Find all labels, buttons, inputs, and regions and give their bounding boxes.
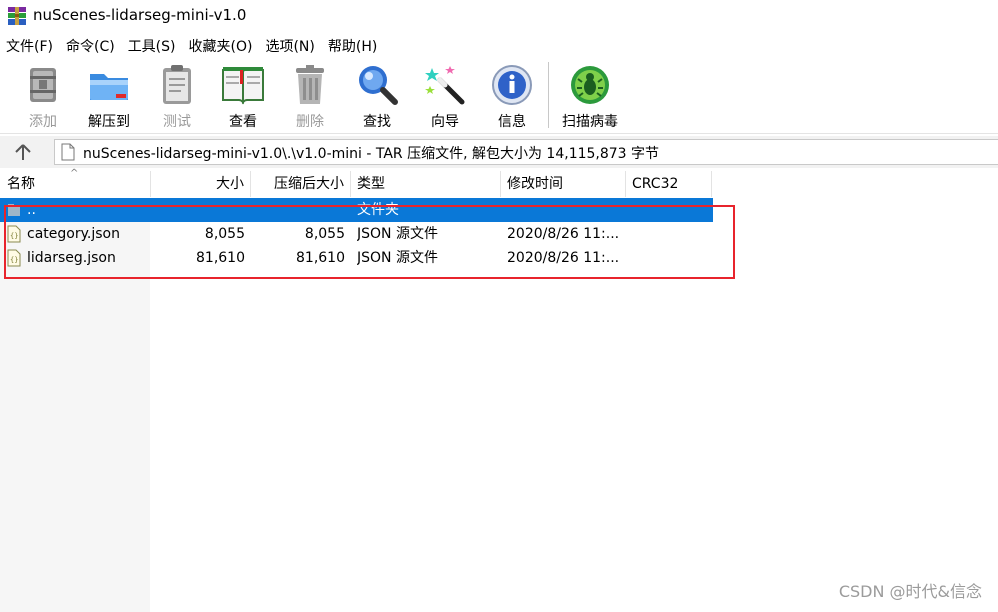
column-packed-size-label: 压缩后大小	[274, 176, 344, 192]
up-arrow-icon[interactable]	[12, 142, 34, 162]
row-name: ..	[27, 202, 36, 218]
extract-to-label: 解压到	[88, 114, 130, 130]
menu-favorites[interactable]: 收藏夹(O)	[189, 36, 253, 56]
column-type[interactable]: 类型	[351, 171, 501, 197]
column-size[interactable]: 大小	[151, 171, 251, 197]
column-modified[interactable]: 修改时间	[501, 171, 626, 197]
column-packed-size[interactable]: 压缩后大小	[251, 171, 351, 197]
winrar-icon	[8, 7, 26, 25]
add-label: 添加	[29, 114, 57, 130]
info-button[interactable]: 信息	[482, 62, 542, 132]
column-name-label: 名称	[7, 176, 35, 192]
delete-button[interactable]: 删除	[280, 62, 340, 132]
menu-file[interactable]: 文件(F)	[6, 36, 53, 56]
row-size: 8,055	[204, 226, 245, 242]
virus-scan-icon	[571, 66, 609, 104]
view-label: 查看	[229, 114, 257, 130]
delete-label: 删除	[296, 114, 324, 130]
add-archive-icon	[30, 68, 56, 102]
wizard-button[interactable]: 向导	[415, 62, 475, 132]
json-file-icon: {}	[7, 225, 21, 243]
row-size: 81,610	[196, 250, 245, 266]
menu-help[interactable]: 帮助(H)	[328, 36, 377, 56]
wizard-label: 向导	[431, 114, 459, 130]
toolbar-separator	[548, 62, 549, 128]
trash-icon	[296, 65, 324, 104]
test-clipboard-icon	[163, 65, 191, 104]
row-packed-size: 81,610	[296, 250, 345, 266]
menu-options[interactable]: 选项(N)	[265, 36, 314, 56]
find-button[interactable]: 查找	[347, 62, 407, 132]
column-crc32[interactable]: CRC32	[626, 171, 712, 197]
extract-folder-icon	[90, 74, 128, 100]
virus-scan-label: 扫描病毒	[562, 114, 618, 130]
row-type: JSON 源文件	[357, 226, 438, 242]
json-file-icon: {}	[7, 249, 21, 267]
extract-to-button[interactable]: 解压到	[79, 62, 139, 132]
menu-tools[interactable]: 工具(S)	[128, 36, 176, 56]
row-name: category.json	[27, 226, 120, 242]
column-size-label: 大小	[216, 176, 244, 192]
row-type: 文件夹	[357, 202, 399, 218]
view-button[interactable]: 查看	[213, 62, 273, 132]
info-icon	[492, 65, 532, 105]
column-modified-label: 修改时间	[507, 176, 563, 192]
sort-ascending-icon: ^	[70, 168, 79, 179]
file-list-header: 名称 ^ 大小 压缩后大小 类型 修改时间 CRC32	[0, 168, 712, 197]
archive-file-icon	[61, 143, 75, 161]
path-text: nuScenes-lidarseg-mini-v1.0\.\v1.0-mini …	[83, 146, 660, 162]
address-bar: nuScenes-lidarseg-mini-v1.0\.\v1.0-mini …	[0, 136, 998, 168]
magnifier-icon	[359, 66, 398, 105]
view-book-icon	[222, 67, 264, 105]
window-title: nuScenes-lidarseg-mini-v1.0	[33, 6, 247, 24]
add-button[interactable]: 添加	[13, 62, 73, 132]
watermark: CSDN @时代&信念	[838, 582, 982, 601]
find-label: 查找	[363, 114, 391, 130]
virus-scan-button[interactable]: 扫描病毒	[559, 62, 621, 132]
menu-command[interactable]: 命令(C)	[66, 36, 115, 56]
svg-text:{}: {}	[10, 232, 18, 240]
row-type: JSON 源文件	[357, 250, 438, 266]
test-label: 测试	[163, 114, 191, 130]
path-field[interactable]: nuScenes-lidarseg-mini-v1.0\.\v1.0-mini …	[54, 139, 998, 165]
column-type-label: 类型	[357, 176, 385, 192]
row-modified: 2020/8/26 11:...	[507, 226, 620, 242]
menu-bar: 文件(F) 命令(C) 工具(S) 收藏夹(O) 选项(N) 帮助(H)	[0, 34, 998, 58]
folder-up-icon	[8, 204, 20, 216]
test-button[interactable]: 测试	[147, 62, 207, 132]
wizard-wand-icon	[425, 66, 465, 105]
info-label: 信息	[498, 114, 526, 130]
row-name: lidarseg.json	[27, 250, 116, 266]
title-bar: nuScenes-lidarseg-mini-v1.0	[0, 0, 998, 32]
table-row[interactable]: {} category.json 8,055 8,055 JSON 源文件 20…	[0, 222, 713, 246]
row-modified: 2020/8/26 11:...	[507, 250, 620, 266]
toolbar: 添加 解压到 测试 查看 删除 查找 向导 信息 扫描病毒	[0, 58, 998, 134]
column-name[interactable]: 名称 ^	[0, 168, 151, 197]
svg-text:{}: {}	[10, 256, 18, 264]
column-crc32-label: CRC32	[632, 176, 679, 192]
table-row[interactable]: {} lidarseg.json 81,610 81,610 JSON 源文件 …	[0, 246, 713, 270]
row-packed-size: 8,055	[304, 226, 345, 242]
table-row[interactable]: .. 文件夹	[0, 198, 713, 222]
